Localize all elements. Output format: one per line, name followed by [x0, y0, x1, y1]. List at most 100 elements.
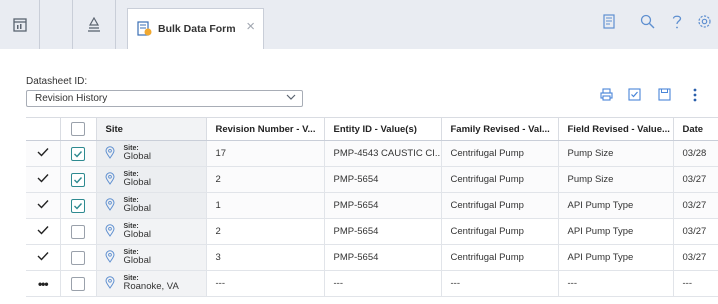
- header-revision-number[interactable]: Revision Number - V...: [206, 117, 325, 141]
- more-icon[interactable]: [692, 88, 698, 102]
- row-checkbox[interactable]: [71, 250, 85, 265]
- table-row[interactable]: Site: Global 2 PMP-5654 Centrifugal Pump API …: [26, 218, 718, 245]
- print-icon[interactable]: [600, 88, 613, 101]
- notes-icon[interactable]: [603, 14, 617, 30]
- help-icon[interactable]: [672, 14, 682, 30]
- datasheet-id-label: Datasheet ID:: [26, 76, 88, 87]
- row-checkbox[interactable]: [71, 146, 85, 161]
- family-revised-cell[interactable]: Centrifugal Pump: [441, 192, 559, 219]
- row-check-icon: [37, 173, 49, 186]
- field-revised-cell[interactable]: API Pump Type: [558, 192, 674, 219]
- close-icon[interactable]: ×: [246, 19, 255, 34]
- header-site[interactable]: Site: [96, 117, 207, 141]
- date-cell[interactable]: ---: [673, 270, 718, 297]
- family-revised-cell[interactable]: ---: [441, 270, 559, 297]
- table-row[interactable]: ••• Site: Roanoke, VA --- --- --- --- ---: [26, 270, 718, 297]
- field-revised-cell[interactable]: API Pump Type: [558, 244, 674, 271]
- site-cell: Site: Global: [96, 140, 207, 167]
- field-revised-cell[interactable]: Pump Size: [558, 140, 674, 167]
- site-value: Roanoke, VA: [123, 281, 179, 293]
- tab-label: Bulk Data Form: [158, 23, 236, 35]
- site-cell: Site: Global: [96, 166, 207, 193]
- header-date[interactable]: Date: [673, 117, 718, 141]
- entity-id-cell[interactable]: PMP-5654: [324, 244, 442, 271]
- row-select-cell[interactable]: [60, 166, 97, 193]
- datasheet-selected-value: Revision History: [35, 93, 108, 104]
- row-select-cell[interactable]: [60, 270, 97, 297]
- site-value: Global: [123, 151, 151, 163]
- row-check-icon: [37, 147, 49, 160]
- row-marker-cell: [26, 140, 61, 167]
- site-value: Global: [123, 203, 151, 215]
- site-cell: Site: Global: [96, 244, 207, 271]
- date-cell[interactable]: 03/28: [673, 140, 718, 167]
- date-cell[interactable]: 03/27: [673, 218, 718, 245]
- location-pin-icon: [104, 249, 115, 266]
- table-row[interactable]: Site: Global 1 PMP-5654 Centrifugal Pump API …: [26, 192, 718, 219]
- header-family-revised[interactable]: Family Revised - Val...: [441, 117, 559, 141]
- hierarchy-icon: [88, 16, 100, 32]
- date-cell[interactable]: 03/27: [673, 244, 718, 271]
- family-revised-cell[interactable]: Centrifugal Pump: [441, 140, 559, 167]
- table-row[interactable]: Site: Global 2 PMP-5654 Centrifugal Pump Pump…: [26, 166, 718, 193]
- row-marker-cell: [26, 244, 61, 271]
- field-revised-cell[interactable]: Pump Size: [558, 166, 674, 193]
- header-entity-id[interactable]: Entity ID - Value(s): [324, 117, 442, 141]
- family-revised-cell[interactable]: Centrifugal Pump: [441, 166, 559, 193]
- table-row[interactable]: Site: Global 17 PMP-4543 CAUSTIC CI... Centr…: [26, 140, 718, 167]
- check-icon[interactable]: [628, 88, 641, 101]
- tab-bar: Bulk Data Form ×: [0, 0, 718, 49]
- revision-number-cell[interactable]: 3: [206, 244, 325, 271]
- row-select-cell[interactable]: [60, 140, 97, 167]
- tab-hierarchy[interactable]: [72, 0, 116, 49]
- location-pin-icon: [104, 223, 115, 240]
- entity-id-cell[interactable]: PMP-5654: [324, 218, 442, 245]
- tab-dashboard[interactable]: [0, 0, 40, 49]
- site-value: Global: [123, 177, 151, 189]
- family-revised-cell[interactable]: Centrifugal Pump: [441, 244, 559, 271]
- field-revised-cell[interactable]: ---: [558, 270, 674, 297]
- row-marker-cell: [26, 166, 61, 193]
- date-cell[interactable]: 03/27: [673, 166, 718, 193]
- header-select-all[interactable]: [60, 117, 97, 141]
- revision-number-cell[interactable]: 17: [206, 140, 325, 167]
- row-marker-cell: [26, 192, 61, 219]
- entity-id-cell[interactable]: PMP-5654: [324, 192, 442, 219]
- site-cell: Site: Global: [96, 218, 207, 245]
- row-check-icon: [37, 251, 49, 264]
- tab-bulk-data-form[interactable]: Bulk Data Form ×: [127, 8, 264, 49]
- row-check-icon: [37, 199, 49, 212]
- search-icon[interactable]: [640, 14, 655, 29]
- datasheet-select[interactable]: Revision History: [26, 90, 303, 107]
- row-select-cell[interactable]: [60, 218, 97, 245]
- row-marker-cell: [26, 218, 61, 245]
- table-row[interactable]: Site: Global 3 PMP-5654 Centrifugal Pump API …: [26, 244, 718, 271]
- location-pin-icon: [104, 197, 115, 214]
- entity-id-cell[interactable]: PMP-5654: [324, 166, 442, 193]
- select-all-checkbox[interactable]: [71, 122, 85, 136]
- field-revised-cell[interactable]: API Pump Type: [558, 218, 674, 245]
- revision-number-cell[interactable]: 2: [206, 218, 325, 245]
- bulk-data-form-icon: [137, 21, 152, 36]
- header-field-revised[interactable]: Field Revised - Value...: [558, 117, 674, 141]
- row-menu-icon[interactable]: •••: [38, 277, 49, 291]
- entity-id-cell[interactable]: PMP-4543 CAUSTIC CI...: [324, 140, 442, 167]
- date-cell[interactable]: 03/27: [673, 192, 718, 219]
- row-checkbox[interactable]: [71, 276, 85, 291]
- site-value: Global: [123, 229, 151, 241]
- row-select-cell[interactable]: [60, 192, 97, 219]
- row-checkbox[interactable]: [71, 224, 85, 239]
- entity-id-cell[interactable]: ---: [324, 270, 442, 297]
- row-checkbox[interactable]: [71, 172, 85, 187]
- location-pin-icon: [104, 145, 115, 162]
- header-row-marker: [26, 117, 61, 141]
- settings-icon[interactable]: [697, 14, 712, 29]
- revision-number-cell[interactable]: ---: [206, 270, 325, 297]
- revision-number-cell[interactable]: 2: [206, 166, 325, 193]
- family-revised-cell[interactable]: Centrifugal Pump: [441, 218, 559, 245]
- revision-number-cell[interactable]: 1: [206, 192, 325, 219]
- row-select-cell[interactable]: [60, 244, 97, 271]
- save-icon[interactable]: [658, 88, 671, 101]
- row-check-icon: [37, 225, 49, 238]
- row-checkbox[interactable]: [71, 198, 85, 213]
